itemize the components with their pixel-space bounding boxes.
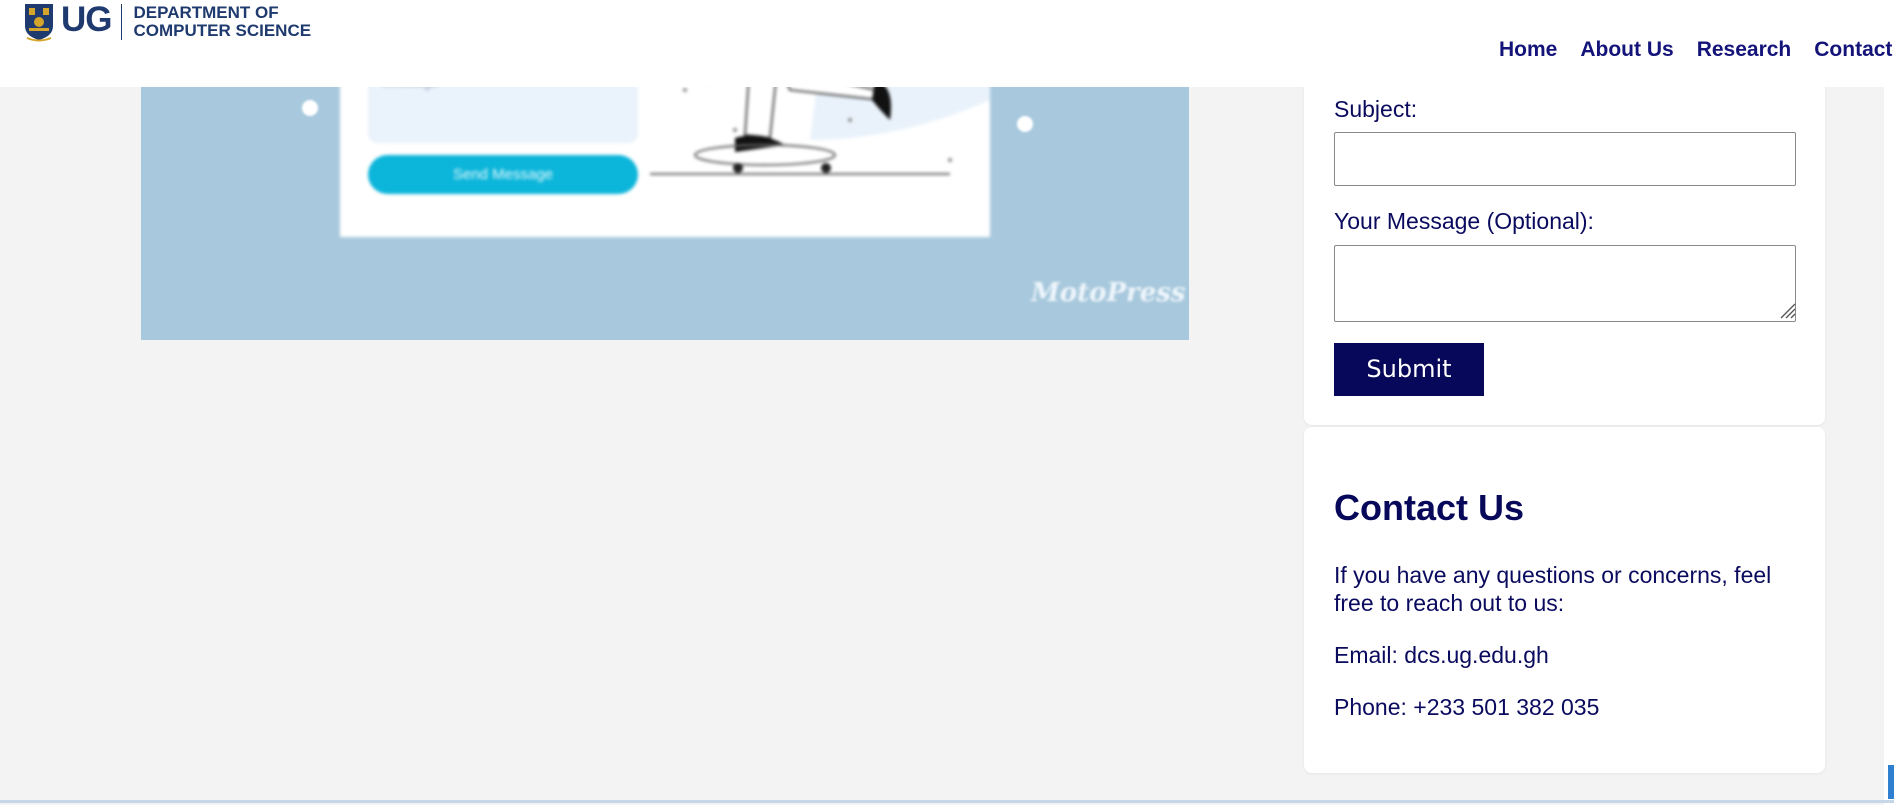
site-header: UG DEPARTMENT OF COMPUTER SCIENCE Home A… <box>0 0 1894 87</box>
nav-link-contact[interactable]: Contact <box>1814 38 1892 62</box>
illustration-dot <box>302 100 318 116</box>
scrollbar-accent[interactable] <box>1888 765 1894 799</box>
message-textarea[interactable] <box>1334 245 1796 322</box>
contact-phone: Phone: +233 501 382 035 <box>1334 694 1600 720</box>
page: UG DEPARTMENT OF COMPUTER SCIENCE Home A… <box>0 0 1894 805</box>
university-crest-icon <box>25 4 53 42</box>
illustration-signature: MotoPress <box>1031 278 1186 308</box>
illustration-send-button: Send Message <box>368 155 638 194</box>
submit-button[interactable]: Submit <box>1334 343 1484 396</box>
subject-label: Subject: <box>1334 96 1418 122</box>
logo-divider <box>120 4 122 40</box>
department-line-2: COMPUTER SCIENCE <box>133 21 312 40</box>
site-logo[interactable]: UG DEPARTMENT OF COMPUTER SCIENCE <box>23 2 311 42</box>
illustration-dot <box>1017 116 1033 132</box>
subject-input[interactable] <box>1334 132 1796 186</box>
contact-form-card: Subject: Your Message (Optional): Submit <box>1304 60 1825 425</box>
contact-intro: If you have any questions or concerns, f… <box>1334 562 1772 616</box>
department-line-1: DEPARTMENT OF <box>133 3 279 22</box>
contact-email: Email: dcs.ug.edu.gh <box>1334 642 1549 668</box>
message-label: Your Message (Optional): <box>1334 208 1594 234</box>
nav-link-research[interactable]: Research <box>1697 38 1792 62</box>
department-name: DEPARTMENT OF COMPUTER SCIENCE <box>134 4 312 40</box>
main-nav: Home About Us Research Contact <box>1499 38 1894 62</box>
nav-link-home[interactable]: Home <box>1499 38 1557 62</box>
window-edge <box>1884 0 1894 805</box>
contact-illustration: Message Send Message MotoPress <box>141 60 1189 340</box>
bottom-divider <box>0 800 1894 803</box>
logo-wordmark: UG <box>61 0 112 39</box>
contact-title: Contact Us <box>1334 487 1525 528</box>
contact-info-card: Contact Us If you have any questions or … <box>1304 427 1825 773</box>
resize-grip-icon[interactable] <box>1778 301 1796 319</box>
nav-link-about-us[interactable]: About Us <box>1580 38 1673 62</box>
